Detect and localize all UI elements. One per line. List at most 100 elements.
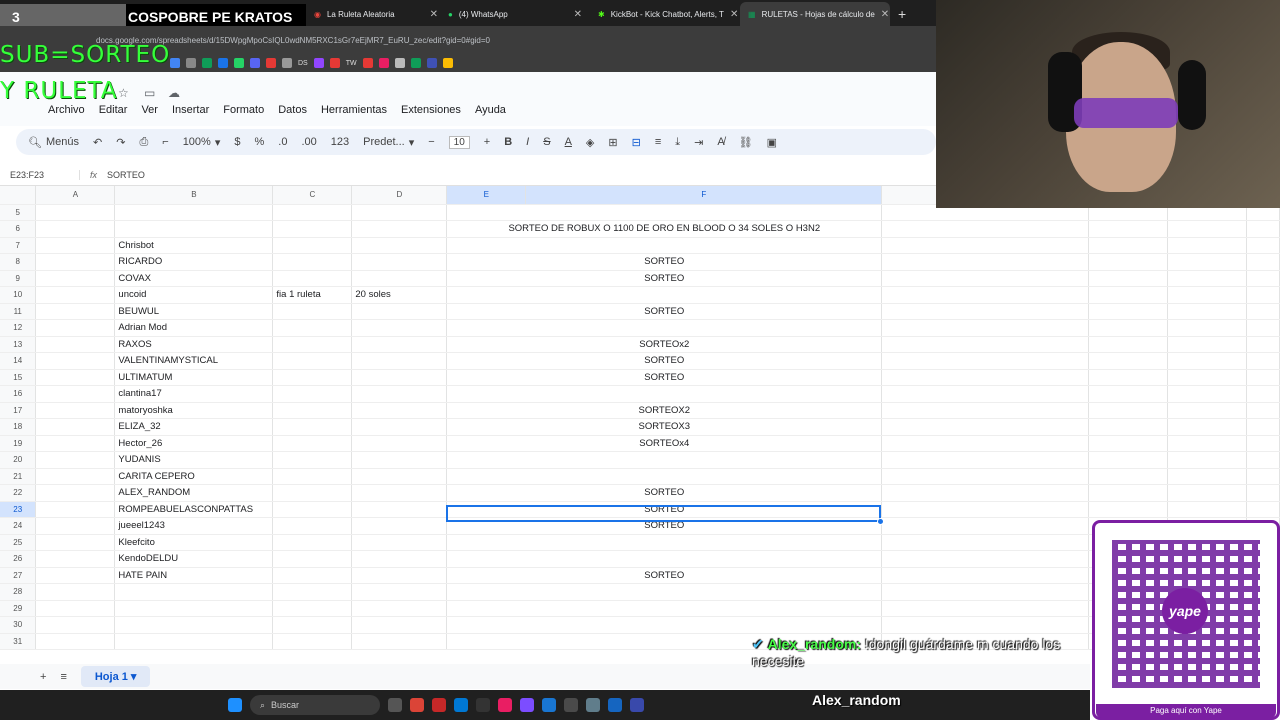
cell-g[interactable]: [881, 385, 1090, 403]
currency-button[interactable]: $: [234, 136, 240, 148]
cell-c[interactable]: [272, 517, 353, 535]
cell-g[interactable]: [881, 220, 1090, 238]
steam-icon[interactable]: [608, 698, 622, 712]
cell-d[interactable]: [351, 583, 448, 601]
cell-g[interactable]: [881, 369, 1090, 386]
comment-icon[interactable]: ▣: [767, 136, 777, 149]
cell-i[interactable]: [1167, 402, 1247, 419]
cell-b[interactable]: HATE PAIN: [114, 567, 274, 584]
menu-archivo[interactable]: Archivo: [48, 104, 85, 116]
cell-j[interactable]: [1246, 385, 1280, 403]
cell-a[interactable]: [35, 253, 116, 271]
cell-d[interactable]: [351, 633, 448, 650]
cell-i[interactable]: [1167, 501, 1247, 518]
cell-c[interactable]: [272, 600, 353, 617]
cell-j[interactable]: [1246, 220, 1280, 238]
cell-d[interactable]: [351, 352, 448, 370]
cell-g[interactable]: [881, 352, 1090, 370]
cell-i[interactable]: [1167, 484, 1247, 502]
cell-g[interactable]: [881, 435, 1090, 452]
strikethrough-button[interactable]: S: [543, 136, 550, 148]
cell-a[interactable]: [35, 402, 116, 419]
cell-c[interactable]: [272, 484, 353, 502]
cell-h[interactable]: [1088, 468, 1169, 485]
cell-h[interactable]: [1088, 319, 1169, 337]
row-header[interactable]: 21: [0, 468, 37, 485]
cell-ef-merged[interactable]: [446, 204, 883, 221]
cell-ef-merged[interactable]: SORTEO: [446, 303, 883, 320]
cell-j[interactable]: [1246, 253, 1280, 271]
cell-b[interactable]: Adrian Mod: [114, 319, 274, 337]
cell-i[interactable]: [1167, 319, 1247, 337]
cell-ef-merged[interactable]: SORTEO: [446, 369, 883, 386]
cell-i[interactable]: [1167, 237, 1247, 254]
cell-h[interactable]: [1088, 220, 1169, 238]
cell-i[interactable]: [1167, 220, 1247, 238]
cell-j[interactable]: [1246, 501, 1280, 518]
undo-icon[interactable]: ↶: [93, 136, 102, 149]
menus-search[interactable]: 🔍︎ Menús: [28, 136, 79, 149]
link-icon[interactable]: ⛓: [739, 136, 753, 149]
merge-cells-icon[interactable]: ⊟: [632, 136, 641, 149]
cell-d[interactable]: [351, 204, 448, 221]
cell-b[interactable]: [114, 616, 274, 634]
app-icon[interactable]: [542, 698, 556, 712]
bookmark-icon[interactable]: [250, 58, 260, 68]
cell-c[interactable]: [272, 435, 353, 452]
bookmark-icon[interactable]: [442, 58, 453, 68]
star-icon[interactable]: ☆: [118, 86, 129, 100]
bookmark-icon[interactable]: [170, 58, 180, 68]
menu-datos[interactable]: Datos: [278, 104, 307, 116]
cell-d[interactable]: [351, 319, 448, 337]
cell-g[interactable]: [881, 253, 1090, 271]
align-icon[interactable]: ≡: [655, 136, 661, 148]
cell-d[interactable]: 20 soles: [351, 286, 448, 304]
cell-a[interactable]: [35, 616, 116, 634]
cell-c[interactable]: [272, 336, 353, 353]
cell-d[interactable]: [351, 402, 448, 419]
percent-button[interactable]: %: [254, 136, 264, 148]
cell-h[interactable]: [1088, 451, 1169, 469]
cell-g[interactable]: [881, 303, 1090, 320]
cell-i[interactable]: [1167, 435, 1247, 452]
cell-a[interactable]: [35, 517, 116, 535]
bookmark-icon[interactable]: [218, 58, 228, 68]
column-header-c[interactable]: C: [272, 186, 353, 205]
row-header[interactable]: 25: [0, 534, 37, 551]
cell-h[interactable]: [1088, 484, 1169, 502]
cell-g[interactable]: [881, 270, 1090, 287]
close-icon[interactable]: ✕: [430, 9, 438, 20]
cell-a[interactable]: [35, 451, 116, 469]
app-icon[interactable]: [630, 698, 644, 712]
row-header[interactable]: 11: [0, 303, 37, 320]
bookmark-icon[interactable]: [362, 58, 373, 68]
menu-ver[interactable]: Ver: [141, 104, 158, 116]
taskbar-search[interactable]: ⌕ Buscar: [250, 695, 380, 715]
cell-j[interactable]: [1246, 468, 1280, 485]
cell-a[interactable]: [35, 237, 116, 254]
column-header-f[interactable]: F: [525, 186, 883, 205]
cell-b[interactable]: jueeel1243: [114, 517, 274, 535]
cell-i[interactable]: [1167, 336, 1247, 353]
cell-g[interactable]: [881, 501, 1090, 518]
cell-j[interactable]: [1246, 352, 1280, 370]
row-header[interactable]: 19: [0, 435, 37, 452]
cell-j[interactable]: [1246, 418, 1280, 436]
corner-cell[interactable]: [0, 186, 37, 205]
tab-whatsapp[interactable]: ● (4) WhatsApp ✕: [440, 2, 590, 26]
cell-c[interactable]: [272, 220, 353, 238]
app-icon[interactable]: [388, 698, 402, 712]
cell-c[interactable]: [272, 550, 353, 568]
column-header-a[interactable]: A: [35, 186, 116, 205]
cell-g[interactable]: [881, 484, 1090, 502]
cell-b[interactable]: VALENTINAMYSTICAL: [114, 352, 274, 370]
formula-input[interactable]: SORTEO: [107, 170, 145, 180]
cell-d[interactable]: [351, 468, 448, 485]
app-icon[interactable]: [432, 698, 446, 712]
paint-format-icon[interactable]: ⌐: [162, 136, 168, 148]
bookmark-icon[interactable]: [394, 58, 405, 68]
cell-a[interactable]: [35, 369, 116, 386]
cell-h[interactable]: [1088, 352, 1169, 370]
cell-ef-merged[interactable]: SORTEO: [446, 517, 883, 535]
cell-c[interactable]: [272, 501, 353, 518]
